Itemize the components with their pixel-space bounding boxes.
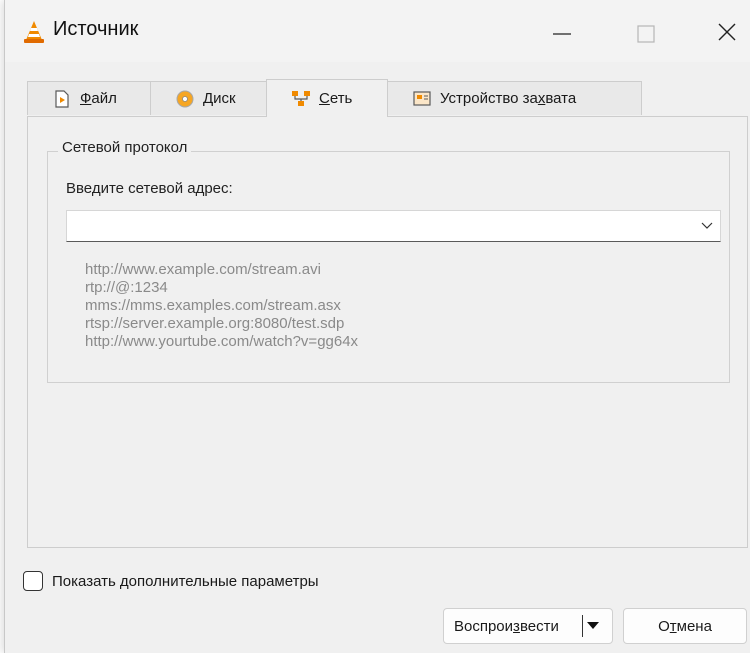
tab-disc[interactable]: Диск — [150, 81, 267, 115]
maximize-button[interactable] — [622, 10, 672, 54]
vlc-cone-icon — [24, 21, 44, 43]
play-button-separator — [582, 615, 583, 637]
example-address: rtsp://server.example.org:8080/test.sdp — [85, 315, 345, 332]
network-icon — [292, 90, 310, 106]
tab-capture-device[interactable]: Устройство захвата — [387, 81, 642, 115]
title-bar[interactable]: Источник — [5, 0, 750, 62]
dropdown-arrow-icon[interactable] — [587, 622, 599, 630]
play-button-label: Воспроизвести — [454, 617, 559, 635]
show-more-label: Показать дополнительные параметры — [52, 572, 319, 590]
play-button[interactable]: Воспроизвести — [443, 608, 613, 644]
example-address: rtp://@:1234 — [85, 279, 168, 296]
file-play-icon — [55, 89, 69, 108]
network-panel: Сетевой протокол Введите сетевой адрес: … — [27, 116, 748, 548]
example-address: mms://mms.examples.com/stream.asx — [85, 297, 341, 314]
address-label: Введите сетевой адрес: — [66, 180, 233, 197]
show-more-options[interactable]: Показать дополнительные параметры — [23, 570, 319, 592]
close-button[interactable] — [701, 10, 750, 54]
tab-network[interactable]: Сеть — [266, 79, 388, 117]
cancel-button-label: Отмена — [658, 617, 712, 635]
group-title: Сетевой протокол — [58, 139, 192, 156]
open-media-dialog: Источник Файл Диск Сеть Устройство захва… — [4, 0, 750, 653]
tab-disc-label: Диск — [203, 90, 236, 107]
minimize-button[interactable] — [537, 10, 587, 54]
network-address-combobox[interactable] — [66, 210, 721, 242]
show-more-checkbox[interactable] — [23, 571, 43, 591]
source-tabs: Файл Диск Сеть Устройство захвата — [27, 79, 667, 117]
example-address: http://www.example.com/stream.avi — [85, 261, 321, 278]
tab-file-label: Файл — [80, 90, 117, 107]
cancel-button[interactable]: Отмена — [623, 608, 747, 644]
example-address: http://www.yourtube.com/watch?v=gg64x — [85, 333, 359, 350]
chevron-down-icon[interactable] — [700, 219, 714, 233]
capture-device-icon — [413, 90, 431, 106]
example-addresses: http://www.example.com/stream.avi rtp://… — [85, 261, 358, 351]
tab-file[interactable]: Файл — [27, 81, 151, 115]
disc-icon — [176, 90, 194, 107]
tab-network-label: Сеть — [319, 90, 353, 107]
tab-capture-device-label: Устройство захвата — [440, 90, 577, 107]
window-title: Источник — [53, 18, 139, 40]
